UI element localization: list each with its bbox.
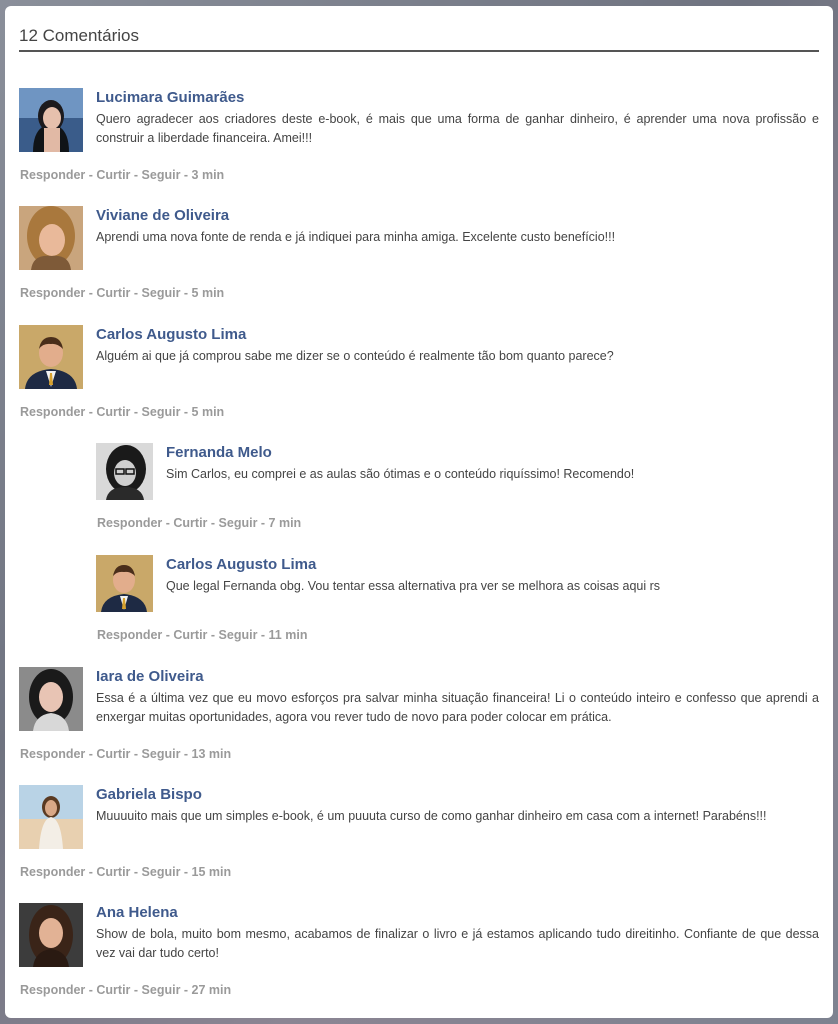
comment-actions[interactable]: Responder - Curtir - Seguir - 5 min (20, 286, 224, 300)
comment-item: Carlos Augusto Lima Alguém ai que já com… (19, 325, 819, 425)
avatar[interactable] (19, 325, 83, 389)
comment-actions[interactable]: Responder - Curtir - Seguir - 15 min (20, 865, 231, 879)
commenter-name[interactable]: Lucimara Guimarães (96, 88, 819, 108)
comment-actions[interactable]: Responder - Curtir - Seguir - 5 min (20, 405, 224, 419)
comment-text: Show de bola, muito bom mesmo, acabamos … (96, 927, 819, 960)
commenter-name[interactable]: Gabriela Bispo (96, 785, 819, 805)
comment-actions[interactable]: Responder - Curtir - Seguir - 27 min (20, 983, 231, 997)
avatar[interactable] (19, 206, 83, 270)
comments-header: 12 Comentários (19, 6, 819, 52)
commenter-name[interactable]: Viviane de Oliveira (96, 206, 819, 226)
comment-item: Iara de Oliveira Essa é a última vez que… (19, 667, 819, 767)
commenter-name[interactable]: Ana Helena (96, 903, 819, 923)
reply-item: Carlos Augusto Lima Que legal Fernanda o… (96, 555, 819, 645)
comment-actions[interactable]: Responder - Curtir - Seguir - 11 min (97, 628, 307, 642)
avatar[interactable] (96, 443, 153, 500)
comment-actions[interactable]: Responder - Curtir - Seguir - 7 min (97, 516, 301, 530)
commenter-name[interactable]: Carlos Augusto Lima (166, 555, 819, 575)
reply-item: Fernanda Melo Sim Carlos, eu comprei e a… (96, 443, 819, 533)
comment-actions[interactable]: Responder - Curtir - Seguir - 3 min (20, 168, 224, 182)
comment-text: Muuuuito mais que um simples e-book, é u… (96, 809, 767, 823)
commenter-name[interactable]: Carlos Augusto Lima (96, 325, 819, 345)
avatar[interactable] (19, 667, 83, 731)
comment-text: Alguém ai que já comprou sabe me dizer s… (96, 349, 614, 363)
comments-count-title: 12 Comentários (19, 26, 140, 45)
comment-item: Ana Helena Show de bola, muito bom mesmo… (19, 903, 819, 1003)
comment-text: Sim Carlos, eu comprei e as aulas são ót… (166, 467, 635, 481)
comment-actions[interactable]: Responder - Curtir - Seguir - 13 min (20, 747, 231, 761)
comment-item: Viviane de Oliveira Aprendi uma nova fon… (19, 206, 819, 306)
comment-item: Lucimara Guimarães Quero agradecer aos c… (19, 88, 819, 188)
avatar[interactable] (19, 88, 83, 152)
comment-item: Gabriela Bispo Muuuuito mais que um simp… (19, 785, 819, 885)
avatar[interactable] (19, 903, 83, 967)
comment-text: Que legal Fernanda obg. Vou tentar essa … (166, 579, 661, 593)
commenter-name[interactable]: Fernanda Melo (166, 443, 819, 463)
avatar[interactable] (96, 555, 153, 612)
comments-panel: 12 Comentários Lucimara Guimarães Quero … (5, 6, 833, 1018)
commenter-name[interactable]: Iara de Oliveira (96, 667, 819, 687)
comment-text: Quero agradecer aos criadores deste e-bo… (96, 112, 819, 145)
avatar[interactable] (19, 785, 83, 849)
comment-text: Essa é a última vez que eu movo esforços… (96, 691, 819, 724)
comment-text: Aprendi uma nova fonte de renda e já ind… (96, 230, 616, 244)
